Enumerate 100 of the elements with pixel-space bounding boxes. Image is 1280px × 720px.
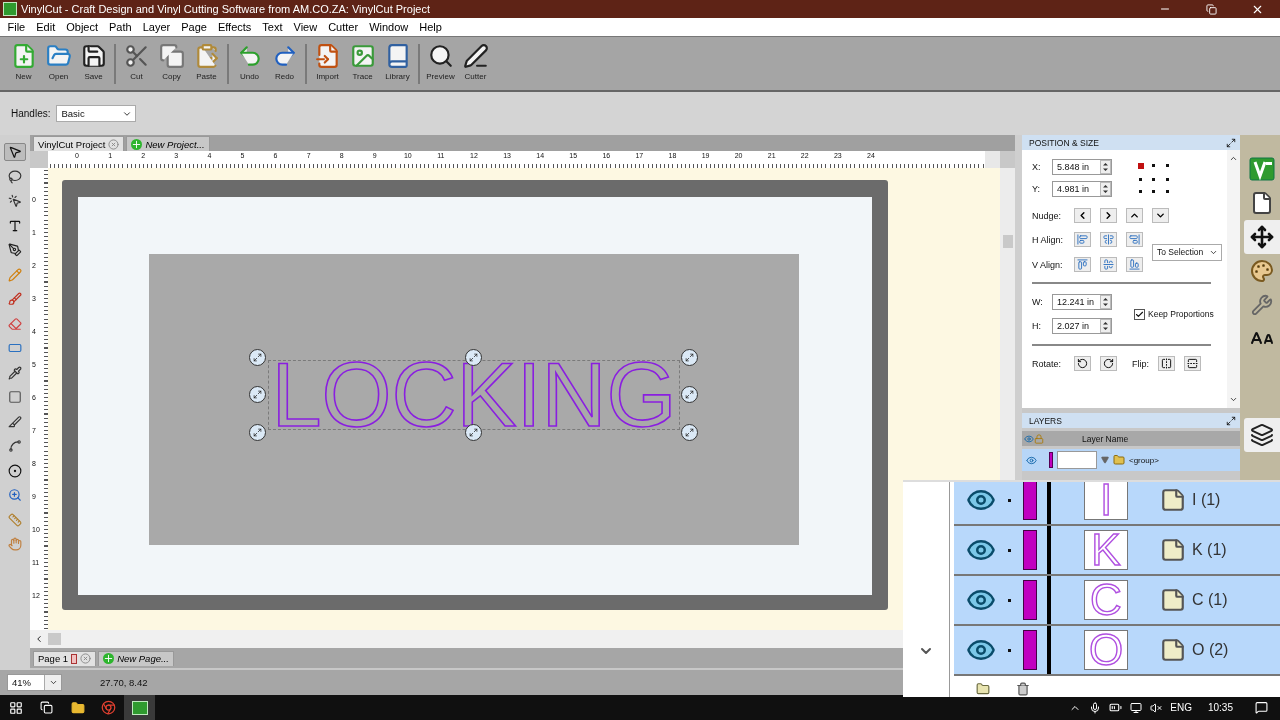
align-button[interactable] (1074, 257, 1091, 272)
language-indicator[interactable]: ENG (1170, 702, 1192, 713)
horizontal-scrollbar[interactable] (30, 630, 903, 648)
clock[interactable]: 10:35 (1207, 702, 1233, 713)
app-taskbar-button[interactable] (124, 695, 155, 720)
rotate-button[interactable] (1074, 356, 1091, 371)
undock-icon[interactable] (1226, 137, 1236, 148)
toolbar-button[interactable]: Copy (154, 38, 189, 89)
battery-icon[interactable] (1109, 701, 1123, 714)
toolbar-button[interactable]: Undo (232, 38, 267, 89)
side-tab[interactable] (1244, 220, 1280, 254)
flip-button[interactable] (1158, 356, 1175, 371)
y-field[interactable]: 4.981 in (1052, 181, 1112, 197)
toolbar-button[interactable]: Library (380, 38, 415, 89)
toolbar-button[interactable]: Save (76, 38, 111, 89)
new-folder-icon[interactable] (976, 682, 990, 696)
notifications-icon[interactable] (1255, 701, 1268, 714)
nudge-button[interactable] (1152, 208, 1169, 223)
anchor-point[interactable] (1139, 178, 1143, 181)
move-handle[interactable] (249, 348, 267, 366)
align-button[interactable] (1126, 257, 1143, 272)
menu-item[interactable]: Object (60, 18, 104, 36)
spinner-arrows-icon[interactable] (1100, 160, 1111, 174)
align-to-dropdown[interactable]: To Selection (1152, 243, 1222, 261)
expand-icon[interactable] (1101, 456, 1109, 464)
rotate-handle[interactable] (249, 423, 267, 441)
height-field[interactable]: 2.027 in (1052, 318, 1112, 334)
menu-item[interactable]: Path (103, 18, 138, 36)
spinner-arrows-icon[interactable] (1100, 319, 1111, 333)
anchor-point[interactable] (1152, 190, 1156, 194)
nudge-button[interactable] (1100, 208, 1117, 223)
spinner-arrows-icon[interactable] (1100, 182, 1111, 196)
chevron-down-icon[interactable] (1229, 395, 1238, 404)
layer-row[interactable]: O O (2) (954, 626, 1280, 676)
rotate-button[interactable] (1100, 356, 1117, 371)
scrollbar-thumb[interactable] (48, 633, 61, 645)
scroll-left-button[interactable] (34, 634, 44, 644)
layer-row[interactable]: K K (1) (954, 526, 1280, 576)
layer-row[interactable]: <group> (1022, 449, 1240, 471)
keep-proportions-checkbox[interactable] (1134, 308, 1145, 320)
menu-item[interactable]: Window (363, 18, 414, 36)
anchor-point[interactable] (1165, 190, 1169, 194)
menu-item[interactable]: View (288, 18, 323, 36)
tool-button[interactable] (4, 143, 26, 161)
vertical-scrollbar[interactable] (1000, 168, 1015, 480)
page-tab[interactable]: Page 1 (33, 650, 97, 666)
resize-handle[interactable] (680, 385, 698, 403)
menu-item[interactable]: Layer (137, 18, 176, 36)
anchor-point[interactable] (1165, 164, 1169, 168)
rotate-handle[interactable] (680, 423, 698, 441)
menu-item[interactable]: Edit (30, 18, 61, 36)
toolbar-button[interactable]: Open (41, 38, 76, 89)
toolbar-button[interactable]: Import (310, 38, 345, 89)
anchor-point[interactable] (1137, 162, 1144, 169)
side-tab[interactable] (1244, 418, 1280, 452)
network-icon[interactable] (1130, 701, 1143, 714)
toolbar-button[interactable]: Cut (119, 38, 154, 89)
menu-item[interactable]: Help (413, 18, 448, 36)
menu-item[interactable]: Cutter (322, 18, 364, 36)
nudge-button[interactable] (1126, 208, 1143, 223)
muted-volume-icon[interactable] (1150, 701, 1163, 714)
anchor-point[interactable] (1165, 178, 1169, 181)
page-tab[interactable]: New Page... (98, 650, 174, 666)
document-tab[interactable]: New Project... (126, 136, 210, 151)
anchor-point[interactable] (1139, 190, 1143, 194)
menu-item[interactable]: Effects (212, 18, 257, 36)
rotate-handle[interactable] (680, 348, 698, 366)
align-button[interactable] (1100, 257, 1117, 272)
flip-button[interactable] (1184, 356, 1201, 371)
menu-item[interactable]: File (2, 18, 31, 36)
chevron-up-icon[interactable] (1229, 154, 1238, 163)
handles-dropdown[interactable]: Basic (56, 105, 137, 122)
layer-row[interactable]: I I (1) (954, 482, 1280, 526)
toolbar-button[interactable]: Trace (345, 38, 380, 89)
align-button[interactable] (1074, 232, 1091, 247)
x-field[interactable]: 5.848 in (1052, 159, 1112, 175)
eye-icon[interactable] (1026, 454, 1037, 466)
zoom-dropdown[interactable]: 41% (7, 674, 62, 691)
toolbar-button[interactable]: Paste (189, 38, 224, 89)
width-field[interactable]: 12.241 in (1052, 294, 1112, 310)
align-button[interactable] (1126, 232, 1143, 247)
toolbar-button[interactable]: Preview (423, 38, 458, 89)
resize-handle[interactable] (249, 385, 267, 403)
spinner-arrows-icon[interactable] (1100, 295, 1111, 309)
align-button[interactable] (1100, 232, 1117, 247)
toolbar-button[interactable]: Redo (267, 38, 302, 89)
menu-item[interactable]: Text (256, 18, 288, 36)
microphone-icon[interactable] (1089, 701, 1102, 714)
panel-scrollbar[interactable] (1227, 150, 1240, 408)
undock-icon[interactable] (1226, 415, 1236, 426)
anchor-point[interactable] (1152, 164, 1156, 168)
menu-item[interactable]: Page (175, 18, 213, 36)
document-tab[interactable]: VinylCut Project (33, 136, 125, 151)
toolbar-button[interactable]: New (6, 38, 41, 89)
delete-icon[interactable] (1016, 682, 1030, 696)
toolbar-button[interactable]: Cutter (458, 38, 493, 89)
layer-row[interactable]: C C (1) (954, 576, 1280, 626)
scrollbar-thumb[interactable] (1002, 235, 1013, 248)
nudge-button[interactable] (1074, 208, 1091, 223)
anchor-point[interactable] (1152, 178, 1156, 181)
